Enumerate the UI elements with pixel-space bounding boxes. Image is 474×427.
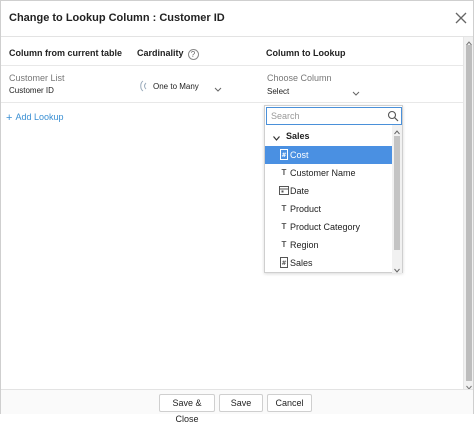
close-icon[interactable] xyxy=(452,9,470,27)
help-icon[interactable]: ? xyxy=(187,49,199,60)
item-label: Product xyxy=(290,204,322,214)
add-lookup-label: Add Lookup xyxy=(15,112,64,122)
chevron-down-icon[interactable] xyxy=(214,85,222,92)
cardinality-select[interactable]: One to Many xyxy=(153,82,199,91)
column-header-cardinality: Cardinality? xyxy=(137,48,199,60)
header-divider xyxy=(1,65,463,66)
item-label: Cost xyxy=(290,150,309,160)
dropdown-item-date[interactable]: Date xyxy=(265,182,392,200)
save-button[interactable]: Save xyxy=(219,394,263,412)
dropdown-item-sales[interactable]: # Sales xyxy=(265,254,392,272)
dialog-footer: Save & Close Save Cancel xyxy=(1,389,473,424)
item-label: Date xyxy=(290,186,310,196)
dialog-titlebar: Change to Lookup Column : Customer ID xyxy=(1,1,473,37)
text-type-icon: T xyxy=(281,204,287,213)
plus-icon: + xyxy=(6,112,13,124)
dropdown-item-product[interactable]: T Product xyxy=(265,200,392,218)
row-divider xyxy=(1,102,463,103)
scrollbar-thumb[interactable] xyxy=(466,45,472,381)
relationship-icon xyxy=(137,80,149,92)
cancel-button[interactable]: Cancel xyxy=(267,394,312,412)
lookup-dialog: Change to Lookup Column : Customer ID Co… xyxy=(0,0,474,424)
add-lookup-link[interactable]: + Add Lookup xyxy=(6,112,63,124)
dialog-title: Change to Lookup Column : Customer ID xyxy=(9,12,225,24)
group-label: Sales xyxy=(286,131,310,141)
calendar-icon xyxy=(279,185,289,196)
number-icon: # xyxy=(279,149,289,160)
svg-text:#: # xyxy=(281,260,286,267)
search-input[interactable] xyxy=(271,110,381,122)
cardinality-header-label: Cardinality xyxy=(137,48,184,58)
dropdown-item-customer-name[interactable]: T Customer Name xyxy=(265,164,392,182)
text-type-icon: T xyxy=(281,168,287,177)
dropdown-list: Sales # Cost T Customer Name Date T Prod… xyxy=(265,125,392,273)
number-icon: # xyxy=(279,257,289,268)
scroll-down-arrow-icon[interactable] xyxy=(466,382,472,390)
dropdown-search-box xyxy=(266,107,402,125)
item-label: Customer Name xyxy=(290,168,356,178)
item-label: Region xyxy=(290,240,319,250)
column-header-lookup: Column to Lookup xyxy=(266,48,346,58)
source-table-name: Customer List xyxy=(9,73,65,83)
choose-column-label: Choose Column xyxy=(267,73,332,83)
column-header-from: Column from current table xyxy=(9,48,123,58)
dropdown-scrollbar[interactable] xyxy=(392,125,402,273)
scroll-up-arrow-icon[interactable] xyxy=(394,127,400,135)
source-column-name: Customer ID xyxy=(9,86,54,95)
item-label: Product Category xyxy=(290,222,361,232)
chevron-down-icon[interactable] xyxy=(352,89,360,96)
column-select[interactable]: Select xyxy=(267,87,289,96)
scroll-down-arrow-icon[interactable] xyxy=(394,265,400,273)
svg-text:#: # xyxy=(281,152,286,159)
dropdown-item-product-category[interactable]: T Product Category xyxy=(265,218,392,236)
item-label: Sales xyxy=(290,258,313,268)
text-type-icon: T xyxy=(281,222,287,231)
dropdown-item-cost[interactable]: # Cost xyxy=(265,146,392,164)
dropdown-item-region[interactable]: T Region xyxy=(265,236,392,254)
column-dropdown: Sales # Cost T Customer Name Date T xyxy=(264,105,403,273)
dropdown-group-sales[interactable]: Sales xyxy=(265,128,392,144)
dialog-scrollbar[interactable] xyxy=(463,37,473,390)
scroll-up-arrow-icon[interactable] xyxy=(466,38,472,46)
search-icon[interactable] xyxy=(387,110,399,122)
dropdown-scrollbar-thumb[interactable] xyxy=(394,136,400,250)
text-type-icon: T xyxy=(281,240,287,249)
save-and-close-button[interactable]: Save & Close xyxy=(159,394,215,424)
chevron-down-icon[interactable] xyxy=(273,133,280,141)
